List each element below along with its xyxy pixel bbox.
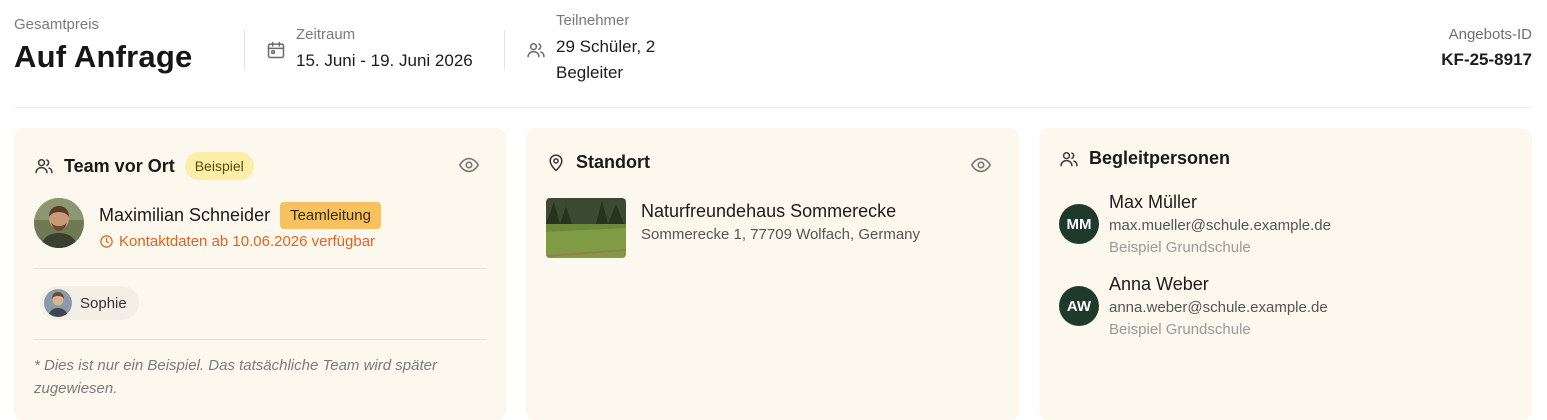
team-lead-badge: Teamleitung (280, 202, 381, 229)
divider (34, 339, 486, 340)
team-member-name: Sophie (80, 294, 127, 312)
avatar (44, 289, 72, 317)
example-badge: Beispiel (184, 152, 254, 180)
offer-id-value: KF-25-8917 (1441, 50, 1532, 69)
users-icon (35, 159, 53, 174)
companions-card-title: Begleitpersonen (1089, 148, 1231, 168)
divider (34, 268, 486, 269)
companion-email[interactable]: anna.weber@schule.example.de (1109, 299, 1328, 316)
location-card-title: Standort (576, 152, 650, 172)
offer-id: Angebots-ID KF-25-8917 (1441, 26, 1532, 70)
users-icon (527, 43, 545, 58)
companion-email[interactable]: max.mueller@schule.example.de (1109, 217, 1331, 234)
calendar-icon (267, 41, 285, 59)
avatar: AW (1059, 286, 1099, 326)
users-icon (1060, 151, 1078, 166)
period-value: 15. Juni - 19. Juni 2026 (296, 51, 473, 70)
eye-icon[interactable] (458, 154, 480, 176)
location-card: Standort Naturfreundehaus Sommerecke Som… (526, 128, 1019, 420)
participants-label: Teilnehmer (556, 12, 630, 29)
contact-availability-text: Kontaktdaten ab 10.06.2026 verfügbar (119, 233, 376, 250)
offer-id-label: Angebots-ID (1448, 26, 1532, 43)
location-address: Sommerecke 1, 77709 Wolfach, Germany (641, 226, 921, 243)
companion-name: Max Müller (1109, 192, 1198, 212)
companion-school: Beispiel Grundschule (1109, 321, 1251, 338)
team-leader-name: Maximilian Schneider (99, 205, 271, 225)
avatar (34, 198, 84, 248)
companions-card: Begleitpersonen MM Max Müller max.muelle… (1039, 128, 1532, 420)
participants-value-line1: 29 Schüler, 2 (556, 37, 656, 56)
team-member-chip[interactable]: Sophie (40, 286, 139, 320)
map-pin-icon (549, 153, 563, 171)
total-price-label: Gesamtpreis (14, 16, 100, 33)
contact-availability: Kontaktdaten ab 10.06.2026 verfügbar (99, 233, 375, 250)
offer-header: Gesamtpreis Auf Anfrage Zeitraum 15. Jun… (14, 0, 1532, 108)
period-label: Zeitraum (296, 26, 356, 43)
location-photo[interactable] (546, 198, 626, 258)
participants-value-line2: Begleiter (556, 63, 624, 82)
total-price: Gesamtpreis Auf Anfrage (14, 16, 192, 75)
companion-school: Beispiel Grundschule (1109, 239, 1251, 256)
divider (244, 30, 245, 70)
avatar: MM (1059, 204, 1099, 244)
divider (504, 30, 505, 70)
example-disclaimer: * Dies ist nur ein Beispiel. Das tatsäch… (34, 357, 437, 397)
companion-name: Anna Weber (1109, 274, 1209, 294)
team-card-title: Team vor Ort (64, 155, 175, 176)
eye-icon[interactable] (970, 154, 992, 176)
location-name: Naturfreundehaus Sommerecke (641, 201, 897, 221)
total-price-value: Auf Anfrage (14, 39, 193, 74)
team-card: Team vor Ort Beispiel Maximilian Schneid… (14, 128, 506, 420)
clock-icon (100, 235, 113, 248)
